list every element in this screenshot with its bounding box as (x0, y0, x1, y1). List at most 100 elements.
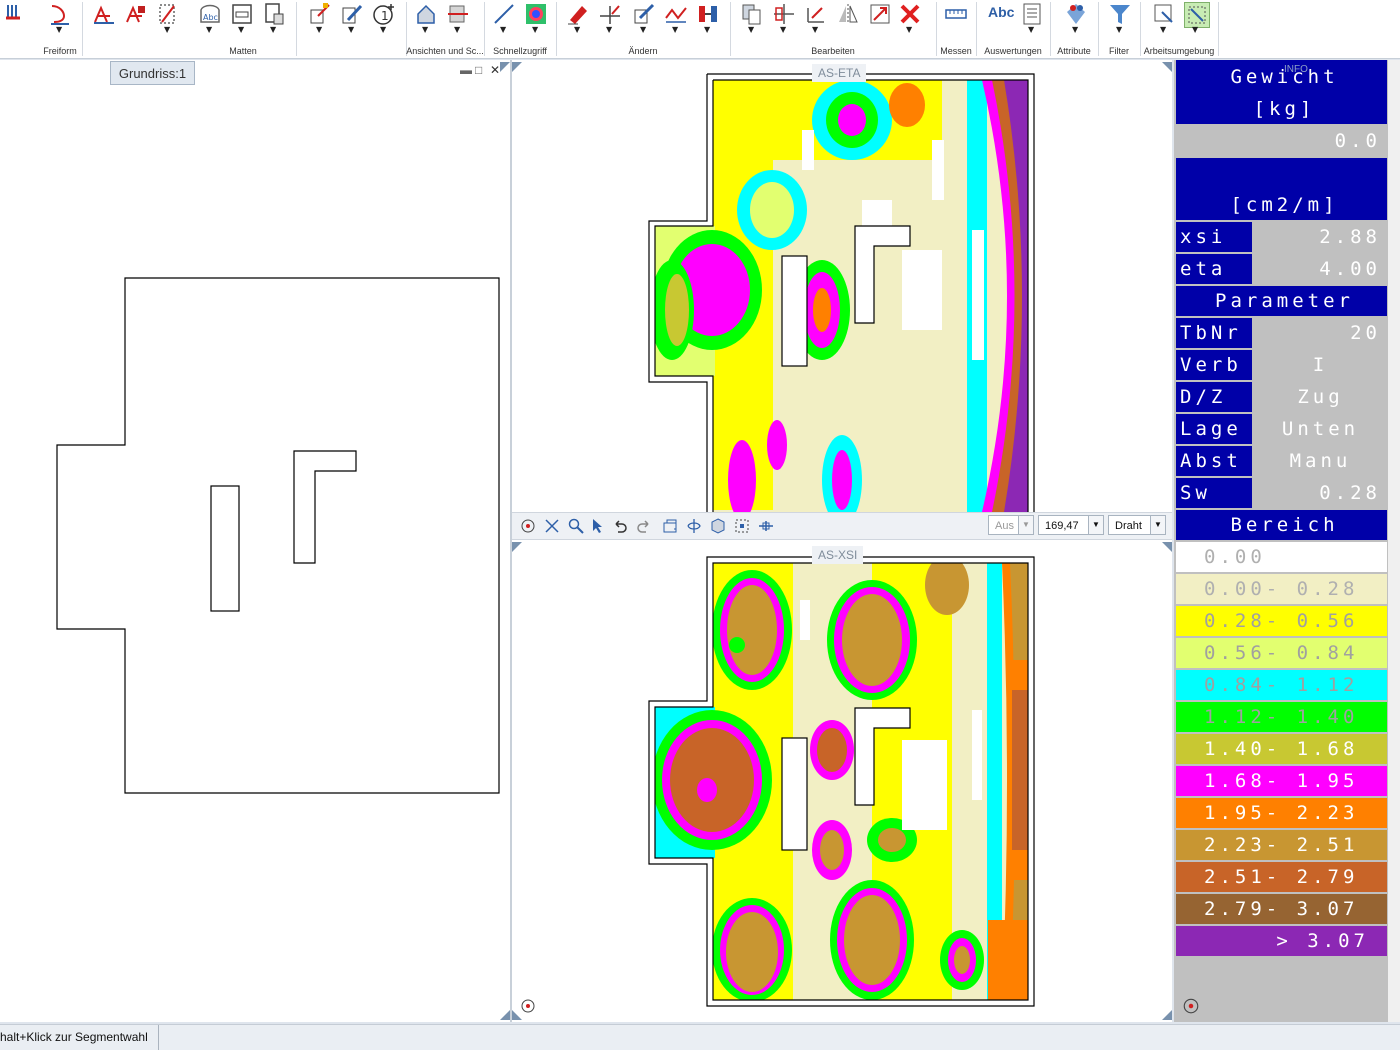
snap-point-icon[interactable] (758, 518, 774, 534)
rotate-dropdown-icon[interactable]: ▼ (812, 26, 818, 34)
filter-funnel-icon[interactable] (1108, 2, 1132, 26)
freeform-shape-icon[interactable] (48, 2, 72, 26)
select-frame-icon[interactable] (734, 518, 750, 534)
param-row[interactable]: Sw 0.28 (1176, 478, 1387, 508)
panel-scroll-strip[interactable] (1388, 60, 1400, 1022)
chevron-down-icon[interactable]: ▼ (1150, 516, 1165, 534)
house-view-dropdown-icon[interactable]: ▼ (422, 26, 428, 34)
move-dropdown-icon[interactable]: ▼ (780, 26, 786, 34)
freeform-dropdown-icon[interactable]: ▼ (56, 26, 62, 34)
param-row[interactable]: D/Z Zug (1176, 382, 1387, 412)
maximize-icon[interactable]: □ (475, 64, 482, 76)
move-icon[interactable] (772, 2, 796, 26)
info-add-icon[interactable]: 1 (372, 2, 396, 26)
modify-icon[interactable] (632, 2, 656, 26)
mesh-pen-dropdown-icon[interactable]: ▼ (348, 26, 354, 34)
workspace-cursor-dropdown-icon[interactable]: ▼ (1160, 26, 1166, 34)
view-target-icon[interactable] (520, 518, 536, 534)
select-pointer-icon[interactable] (590, 518, 606, 534)
label-abc-button[interactable]: Abc (988, 4, 1014, 20)
param-row[interactable]: Abst Manu (1176, 446, 1387, 476)
scale-select[interactable]: 169,47 ▼ (1038, 515, 1104, 535)
param-row[interactable]: TbNr 20 (1176, 318, 1387, 348)
mesh-label-dropdown-icon[interactable]: ▼ (206, 26, 212, 34)
house-view-icon[interactable] (414, 2, 438, 26)
redo-icon[interactable] (636, 518, 652, 534)
workspace-cursor-icon[interactable] (1152, 2, 1176, 26)
trim-dropdown-icon[interactable]: ▼ (606, 26, 612, 34)
group-label-attribute: Attribute (1057, 46, 1091, 56)
layer-icon[interactable] (662, 518, 678, 534)
report-list-icon[interactable] (1020, 2, 1044, 26)
info-add-dropdown-icon[interactable]: ▼ (380, 26, 386, 34)
section-view-icon[interactable] (446, 2, 470, 26)
copy-icon[interactable] (740, 2, 764, 26)
panel-target-icon[interactable] (1182, 997, 1200, 1015)
legend-range-item: 0.00 (1176, 542, 1387, 572)
mesh-report-icon[interactable] (262, 2, 286, 26)
polyline-edit-dropdown-icon[interactable]: ▼ (672, 26, 678, 34)
stretch-icon[interactable] (696, 2, 720, 26)
mesh-place-icon[interactable] (124, 2, 148, 26)
mesh-label-icon[interactable]: Abc (198, 2, 222, 26)
param-row[interactable]: Verb I (1176, 350, 1387, 380)
eraser-icon[interactable] (566, 2, 590, 26)
as-xsi-contour-plot (648, 556, 1035, 1007)
mesh-pen-icon[interactable] (340, 2, 364, 26)
legend-range-item: > 3.07 (1176, 926, 1387, 956)
mesh-dropdown-icon[interactable]: ▼ (164, 26, 170, 34)
delete-dropdown-icon[interactable]: ▼ (906, 26, 912, 34)
color-fill-dropdown-icon[interactable]: ▼ (532, 26, 538, 34)
param-row[interactable]: Lage Unten (1176, 414, 1387, 444)
color-fill-icon[interactable] (524, 2, 548, 26)
modify-dropdown-icon[interactable]: ▼ (640, 26, 646, 34)
viewport-corner-icon (1162, 62, 1172, 72)
view-target-icon[interactable] (520, 998, 536, 1014)
delete-icon[interactable] (898, 2, 922, 26)
line-draw-dropdown-icon[interactable]: ▼ (500, 26, 506, 34)
report-list-dropdown-icon[interactable]: ▼ (1028, 26, 1034, 34)
attribute-tag-icon[interactable] (1064, 2, 1088, 26)
filter-dropdown-icon[interactable]: ▼ (1116, 26, 1122, 34)
copy-dropdown-icon[interactable]: ▼ (748, 26, 754, 34)
undo-icon[interactable] (612, 518, 628, 534)
freeform-rebar-icon[interactable] (4, 2, 28, 26)
mesh-wire-icon[interactable] (92, 2, 116, 26)
3d-cube-icon[interactable] (710, 518, 726, 534)
mesh-list-icon[interactable] (230, 2, 254, 26)
as-xsi-viewport[interactable]: AS-XSI (512, 540, 1172, 1022)
line-draw-icon[interactable] (492, 2, 516, 26)
xsi-row: xsi 2.88 (1176, 222, 1387, 252)
section-view-dropdown-icon[interactable]: ▼ (454, 26, 460, 34)
legend-range-item: 0.56- 0.84 (1176, 638, 1387, 668)
mirror-icon[interactable] (836, 2, 860, 26)
stretch-dropdown-icon[interactable]: ▼ (704, 26, 710, 34)
polyline-edit-icon[interactable] (664, 2, 688, 26)
mesh-report-dropdown-icon[interactable]: ▼ (270, 26, 276, 34)
close-icon[interactable]: ✕ (490, 64, 500, 76)
zoom-all-icon[interactable] (544, 518, 560, 534)
section-cut-icon[interactable] (686, 518, 702, 534)
mode-select[interactable]: Aus ▼ (988, 515, 1034, 535)
chevron-down-icon[interactable]: ▼ (1018, 516, 1033, 534)
mesh-attribute-icon[interactable] (308, 2, 332, 26)
param-label: Verb (1176, 350, 1252, 380)
measure-icon[interactable] (944, 2, 968, 26)
eraser-dropdown-icon[interactable]: ▼ (574, 26, 580, 34)
mesh-attribute-dropdown-icon[interactable]: ▼ (316, 26, 322, 34)
mesh-list-dropdown-icon[interactable]: ▼ (238, 26, 244, 34)
render-mode-select[interactable]: Draht ▼ (1108, 515, 1166, 535)
as-eta-viewport[interactable]: AS-ETA (512, 60, 1172, 512)
tab-grundriss[interactable]: Grundriss:1 (110, 61, 195, 85)
workspace-snap-dropdown-icon[interactable]: ▼ (1192, 26, 1198, 34)
minimize-icon[interactable]: ▬ (460, 64, 472, 76)
scale-icon[interactable] (868, 2, 892, 26)
floorplan-viewport[interactable] (0, 60, 512, 1022)
zoom-in-icon[interactable] (568, 518, 584, 534)
chevron-down-icon[interactable]: ▼ (1088, 516, 1103, 534)
trim-icon[interactable] (598, 2, 622, 26)
attribute-tag-dropdown-icon[interactable]: ▼ (1072, 26, 1078, 34)
param-label: Lage (1176, 414, 1252, 444)
mesh-edit-icon[interactable] (156, 2, 180, 26)
rotate-icon[interactable] (804, 2, 828, 26)
